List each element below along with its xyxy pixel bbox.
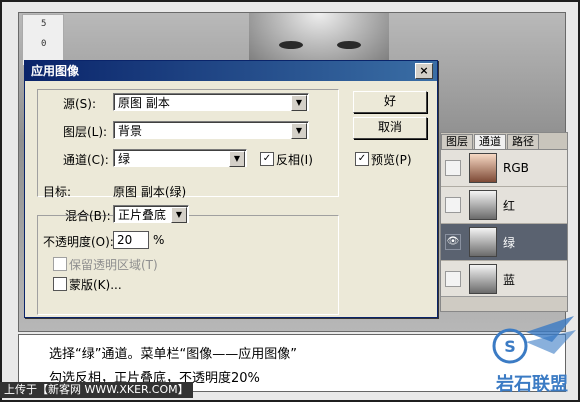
ruler: 5 0 <box>22 14 64 66</box>
opacity-unit: % <box>153 233 165 247</box>
target-label: 目标: <box>43 185 72 199</box>
channel-value: 绿 <box>118 152 131 166</box>
channel-thumbnail <box>469 264 497 294</box>
dialog-title-bar[interactable]: 应用图像 × <box>25 61 437 81</box>
visibility-toggle[interactable] <box>445 271 461 287</box>
dialog-title: 应用图像 <box>31 64 80 78</box>
channel-select[interactable]: 绿 ▼ <box>113 149 247 167</box>
ruler-tick: 5 <box>41 19 47 29</box>
mask-label: 蒙版(K)... <box>69 278 122 292</box>
blending-value: 正片叠底 <box>118 208 167 222</box>
channel-thumbnail <box>469 190 497 220</box>
chevron-down-icon: ▼ <box>291 95 307 111</box>
source-select[interactable]: 原图 副本 ▼ <box>113 93 309 111</box>
panel-footer <box>441 296 567 311</box>
channel-label: 通道(C): <box>63 153 109 167</box>
apply-image-dialog: 应用图像 × 源(S): 原图 副本 ▼ 图层(L): 背景 ▼ 通道(C): … <box>24 60 438 318</box>
opacity-label: 不透明度(O): <box>43 235 114 249</box>
eye-icon[interactable]: 👁 <box>445 234 461 250</box>
source-label: 源(S): <box>63 97 97 111</box>
panel-tabs: 图层 通道 路径 <box>441 133 567 150</box>
source-value: 原图 副本 <box>118 96 170 110</box>
blending-select[interactable]: 正片叠底 ▼ <box>113 205 189 223</box>
visibility-toggle[interactable] <box>445 160 461 176</box>
channel-thumbnail <box>469 227 497 257</box>
eye-left <box>279 41 303 49</box>
preserve-transparency-checkbox[interactable] <box>53 257 67 271</box>
channel-thumbnail <box>469 153 497 183</box>
tab-layers[interactable]: 图层 <box>441 134 473 149</box>
chevron-down-icon: ▼ <box>171 207 187 223</box>
preview-checkbox[interactable]: ✓ <box>355 152 369 166</box>
channel-label: 红 <box>503 198 516 213</box>
close-button[interactable]: × <box>415 63 433 79</box>
blending-label: 混合(B): <box>65 209 111 223</box>
preview-label: 预览(P) <box>371 153 412 167</box>
cancel-button[interactable]: 取消 <box>353 117 427 139</box>
layer-select[interactable]: 背景 ▼ <box>113 121 309 139</box>
upload-credit: 上传于【新客网 WWW.XKER.COM】 <box>0 382 193 398</box>
tab-paths[interactable]: 路径 <box>507 134 539 149</box>
site-watermark-logo: S 岩石联盟 <box>492 316 576 395</box>
ruler-tick: 0 <box>41 39 47 49</box>
watermark-text: 岩石联盟 <box>495 373 568 395</box>
preserve-transparency-label: 保留透明区域(T) <box>69 258 158 272</box>
layer-value: 背景 <box>118 124 143 138</box>
chevron-down-icon: ▼ <box>229 151 245 167</box>
visibility-toggle[interactable] <box>445 197 461 213</box>
channel-row-blue[interactable]: 蓝 <box>441 261 567 298</box>
tab-channels[interactable]: 通道 <box>474 134 506 149</box>
channel-label: RGB <box>503 161 529 175</box>
eye-right <box>337 41 361 49</box>
opacity-input[interactable]: 20 <box>113 231 149 249</box>
channels-panel: 图层 通道 路径 RGB 红 👁 绿 蓝 <box>440 132 568 312</box>
ok-button[interactable]: 好 <box>353 91 427 113</box>
channel-row-rgb[interactable]: RGB <box>441 150 567 187</box>
layer-label: 图层(L): <box>63 125 108 139</box>
channel-label: 绿 <box>503 235 516 250</box>
chevron-down-icon: ▼ <box>291 123 307 139</box>
target-value: 原图 副本(绿) <box>113 185 187 199</box>
caption-line-1: 选择“绿”通道。菜单栏“图像——应用图像” <box>49 347 297 362</box>
svg-text:S: S <box>504 337 516 356</box>
channel-row-red[interactable]: 红 <box>441 187 567 224</box>
channel-label: 蓝 <box>503 272 516 287</box>
invert-label: 反相(I) <box>276 153 313 167</box>
channel-row-green[interactable]: 👁 绿 <box>441 224 567 261</box>
mask-checkbox[interactable] <box>53 277 67 291</box>
invert-checkbox[interactable]: ✓ <box>260 152 274 166</box>
